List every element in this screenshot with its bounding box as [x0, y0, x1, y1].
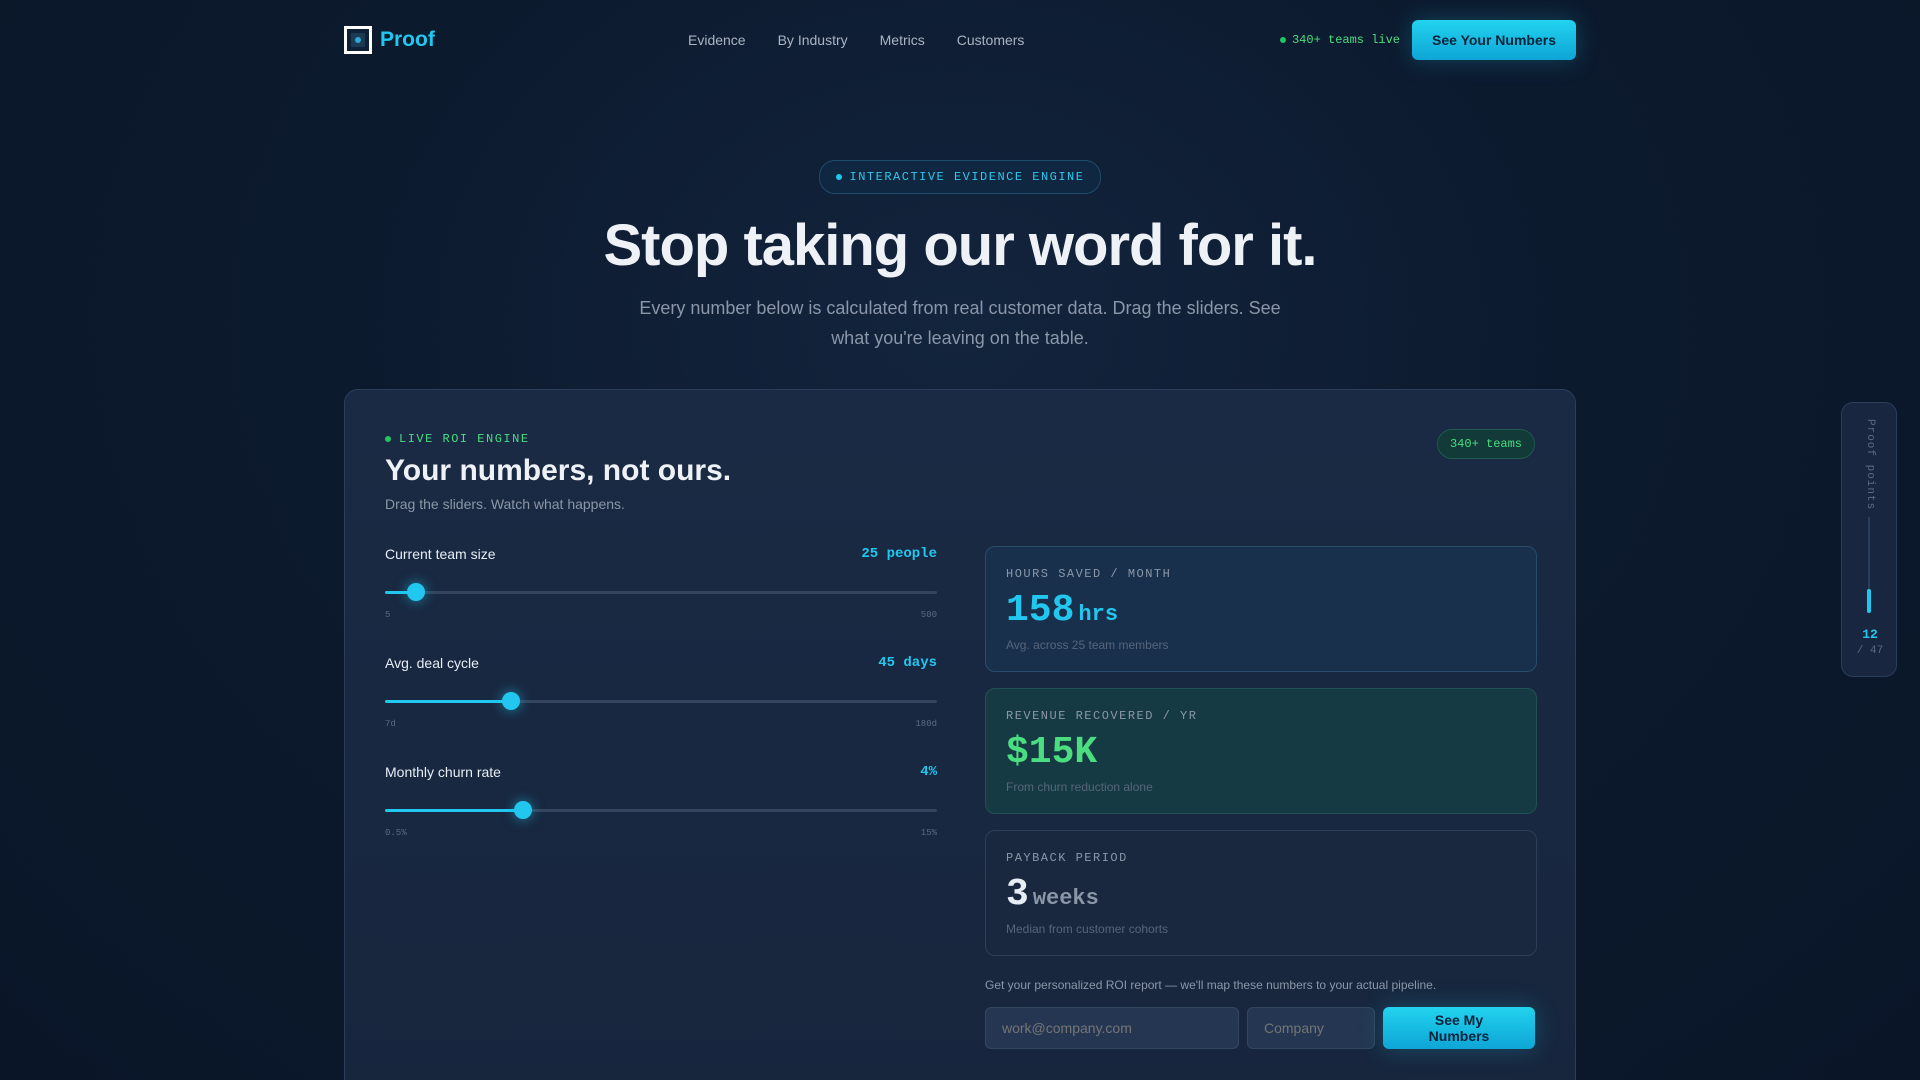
nav-link-metrics[interactable]: Metrics [880, 32, 925, 48]
churn-rate-slider: Monthly churn rate 4% 0.5% 15% [385, 764, 937, 844]
hero-section: INTERACTIVE EVIDENCE ENGINE Stop taking … [0, 160, 1920, 353]
slider-fill [385, 700, 511, 703]
slider-track[interactable] [385, 583, 937, 601]
slider-min: 0.5% [385, 828, 407, 838]
slider-value: 4% [920, 764, 937, 780]
engine-label-text: LIVE ROI ENGINE [399, 432, 530, 446]
slider-track[interactable] [385, 801, 937, 819]
nav-right: 340+ teams live See Your Numbers [1279, 20, 1576, 60]
roi-title: Your numbers, not ours. [385, 454, 732, 487]
badge-dot-icon [835, 174, 842, 180]
rail-progress-fill [1867, 588, 1871, 613]
slider-min: 5 [385, 610, 391, 620]
payback-period-card: PAYBACK PERIOD 3 weeks Median from custo… [985, 830, 1537, 956]
slider-thumb[interactable] [406, 583, 425, 601]
slider-value: 25 people [861, 546, 937, 562]
slider-max: 15% [920, 828, 937, 838]
metric-label: REVENUE RECOVERED / YR [1006, 709, 1198, 723]
hero-badge: INTERACTIVE EVIDENCE ENGINE [818, 160, 1102, 194]
rail-progress-track [1867, 517, 1871, 613]
nav-links: Evidence By Industry Metrics Customers [688, 32, 1024, 48]
live-teams-text: 340+ teams live [1291, 33, 1401, 47]
work-email-input[interactable] [985, 1007, 1239, 1049]
nav-link-customers[interactable]: Customers [957, 32, 1025, 48]
hero-badge-text: INTERACTIVE EVIDENCE ENGINE [849, 170, 1085, 184]
metric-label: HOURS SAVED / MONTH [1006, 567, 1172, 581]
slider-fill [385, 809, 523, 812]
metric-note: Avg. across 25 team members [1006, 638, 1169, 652]
roi-form: See My Numbers [985, 1007, 1535, 1049]
slider-max: 500 [920, 610, 937, 620]
rail-current-count: 12 [1862, 627, 1878, 642]
deal-cycle-slider: Avg. deal cycle 45 days 7d 180d [385, 655, 937, 735]
slider-label: Monthly churn rate [385, 764, 501, 780]
slider-thumb[interactable] [514, 801, 532, 819]
engine-dot-icon [385, 436, 391, 442]
metric-value: 3 [1006, 873, 1029, 916]
hours-saved-card: HOURS SAVED / MONTH 158 hrs Avg. across … [985, 546, 1537, 672]
live-roi-engine-label: LIVE ROI ENGINE [385, 432, 530, 446]
brand-logo[interactable]: Proof [344, 26, 435, 54]
slider-label: Avg. deal cycle [385, 655, 479, 671]
rail-total-count: / 47 [1856, 645, 1884, 657]
proof-points-rail[interactable]: Proof points 12 / 47 [1841, 402, 1897, 677]
slider-max: 180d [915, 719, 937, 729]
live-dot-icon [1279, 37, 1286, 43]
nav-link-evidence[interactable]: Evidence [688, 32, 746, 48]
roi-report-note: Get your personalized ROI report — we'll… [985, 978, 1437, 992]
metric-unit: hrs [1078, 602, 1119, 627]
metric-value: 158 [1006, 589, 1075, 632]
team-size-slider: Current team size 25 people 5 500 [385, 546, 937, 626]
brand-name: Proof [380, 28, 435, 51]
roi-panel: LIVE ROI ENGINE Your numbers, not ours. … [344, 389, 1576, 1080]
metric-note: From churn reduction alone [1006, 780, 1153, 794]
slider-track[interactable] [385, 692, 937, 710]
slider-label: Current team size [385, 546, 496, 562]
metric-label: PAYBACK PERIOD [1006, 851, 1128, 865]
see-your-numbers-button[interactable]: See Your Numbers [1412, 20, 1576, 60]
see-my-numbers-button[interactable]: See My Numbers [1383, 1007, 1535, 1049]
metric-value: $15K [1006, 731, 1098, 774]
logo-mark-icon [344, 26, 372, 54]
slider-min: 7d [385, 719, 396, 729]
nav-link-by-industry[interactable]: By Industry [778, 32, 848, 48]
teams-badge: 340+ teams [1436, 429, 1535, 459]
hero-title: Stop taking our word for it. [603, 213, 1317, 278]
rail-label: Proof points [1864, 419, 1876, 511]
roi-subtitle: Drag the sliders. Watch what happens. [385, 496, 625, 512]
slider-value: 45 days [878, 655, 937, 671]
metric-note: Median from customer cohorts [1006, 922, 1169, 936]
company-input[interactable] [1247, 1007, 1375, 1049]
live-teams-indicator: 340+ teams live [1279, 33, 1401, 47]
metric-unit: weeks [1032, 886, 1099, 911]
revenue-recovered-card: REVENUE RECOVERED / YR $15K From churn r… [985, 688, 1537, 814]
hero-subtitle: Every number below is calculated from re… [639, 298, 1281, 348]
top-nav: Proof Evidence By Industry Metrics Custo… [344, 20, 1576, 60]
slider-thumb[interactable] [501, 692, 520, 710]
